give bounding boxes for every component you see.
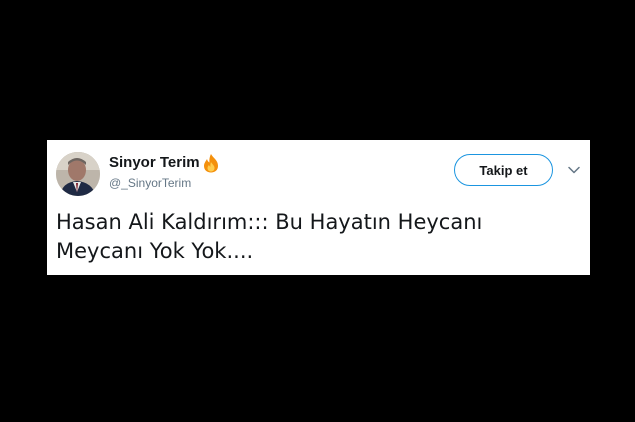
chevron-down-icon[interactable] bbox=[566, 163, 582, 177]
avatar-image bbox=[56, 152, 100, 196]
tweet-text: Hasan Ali Kaldırım::: Bu Hayatın Heycanı… bbox=[56, 208, 576, 266]
user-handle[interactable]: @_SinyorTerim bbox=[109, 175, 191, 191]
tweet-text-line-1: Hasan Ali Kaldırım::: Bu Hayatın Heycanı bbox=[56, 210, 483, 234]
follow-button[interactable]: Takip et bbox=[454, 154, 553, 186]
display-name[interactable]: Sinyor Terim bbox=[109, 153, 200, 173]
display-name-row: Sinyor Terim bbox=[109, 152, 220, 174]
fire-icon bbox=[202, 153, 220, 173]
avatar[interactable] bbox=[56, 152, 100, 196]
tweet-text-line-2: Meycanı Yok Yok.... bbox=[56, 239, 254, 263]
tweet-card: Sinyor Terim @_SinyorTerim Takip et Hasa… bbox=[47, 140, 590, 275]
